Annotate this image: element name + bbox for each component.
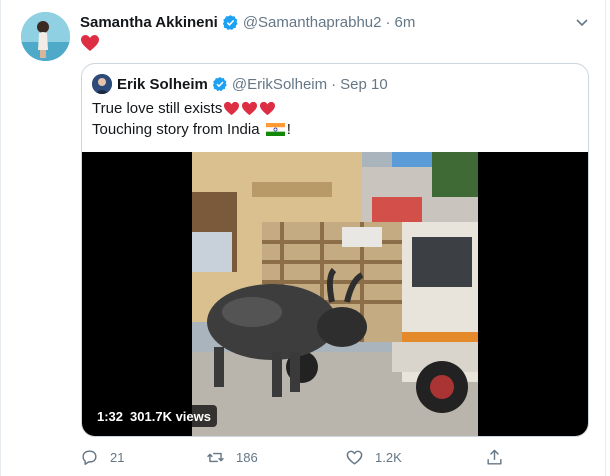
like-button[interactable]: 1.2K [345,446,402,468]
retweet-count: 186 [236,449,258,465]
author-handle[interactable]: @Samanthaprabhu2 [243,14,382,31]
retweet-button[interactable]: 186 [206,446,258,468]
red-heart-emoji [260,101,276,116]
like-count: 1.2K [375,449,402,465]
retweet-icon [207,452,224,462]
reply-count: 21 [110,449,125,465]
author-avatar[interactable] [21,12,70,61]
video-frame[interactable] [192,152,478,436]
tweet-card[interactable]: Samantha Akkineni @Samanthaprabhu2 · 6m … [0,0,606,476]
india-flag-icon [265,123,285,136]
quoted-header: Erik Solheim @ErikSolheim · Sep 10 [117,74,388,94]
quoted-tweet[interactable]: Erik Solheim @ErikSolheim · Sep 10 True … [81,63,589,437]
video-duration: 1:32 [97,408,124,424]
quoted-text-line1: True love still exists [92,100,223,117]
chevron-down-icon[interactable] [574,14,590,30]
tweet-timestamp[interactable]: 6m [394,14,415,31]
quoted-date[interactable]: Sep 10 [340,76,388,93]
tweet-actions: 21 186 1.2K [80,446,520,468]
red-heart-emoji [81,35,99,51]
red-heart-emoji [224,101,240,116]
author-name[interactable]: Samantha Akkineni [80,14,218,31]
like-heart-icon [346,450,363,465]
video-views: 301.7K views [130,408,211,424]
quoted-text-suffix: ! [286,121,291,138]
separator-dot: · [385,13,391,31]
video-stats-badge: 1:32 301.7K views [91,405,217,427]
quoted-text-line2: Touching story from India [92,121,264,138]
separator-dot: · [331,75,337,93]
verified-badge-icon [222,14,238,30]
quoted-author-name[interactable]: Erik Solheim [117,76,208,93]
tweet-header: Samantha Akkineni @Samanthaprabhu2 · 6m [80,12,415,32]
share-button[interactable] [485,446,515,468]
verified-badge-icon [212,77,227,92]
reply-button[interactable]: 21 [80,446,124,468]
red-heart-emoji [242,101,258,116]
quoted-author-handle[interactable]: @ErikSolheim [232,76,327,93]
share-icon [487,449,502,465]
quoted-author-avatar[interactable] [92,74,112,94]
video-player[interactable]: 1:32 301.7K views [82,152,588,436]
quoted-text: True love still exists Touching story fr… [92,98,572,140]
reply-icon [82,449,97,465]
